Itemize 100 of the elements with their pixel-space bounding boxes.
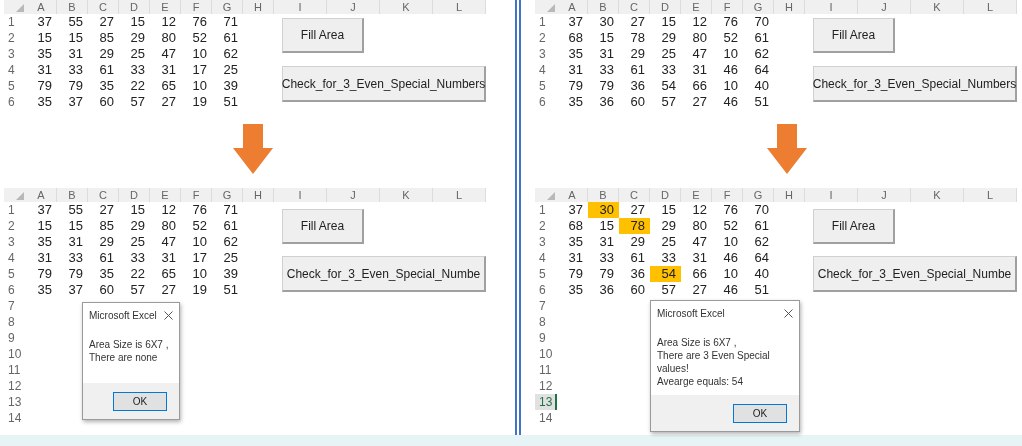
column-header[interactable]: J	[327, 188, 380, 202]
row-header[interactable]: 5	[535, 266, 557, 282]
row-header[interactable]: 6	[4, 282, 26, 298]
row-header[interactable]: 2	[4, 218, 26, 234]
column-header[interactable]: B	[588, 188, 619, 202]
column-header[interactable]: L	[964, 188, 1017, 202]
column-header[interactable]: A	[26, 0, 57, 14]
row-header[interactable]: 1	[535, 202, 557, 218]
row-header[interactable]: 9	[535, 330, 557, 346]
column-header[interactable]: I	[274, 0, 327, 14]
row-header[interactable]: 7	[535, 298, 557, 314]
column-header[interactable]: L	[433, 0, 486, 14]
row-header[interactable]: 2	[535, 30, 557, 46]
column-header[interactable]: J	[858, 0, 911, 14]
column-header[interactable]: F	[712, 188, 743, 202]
column-header[interactable]: G	[743, 188, 774, 202]
column-header[interactable]: L	[433, 188, 486, 202]
column-header[interactable]: H	[774, 188, 805, 202]
column-header[interactable]: K	[911, 188, 964, 202]
column-header[interactable]: L	[964, 0, 1017, 14]
macro-button[interactable]: Check_for_3_Even_Special_Numbers	[813, 66, 1017, 102]
column-header[interactable]: I	[805, 188, 858, 202]
column-header[interactable]: E	[681, 0, 712, 14]
close-icon[interactable]	[784, 309, 793, 318]
column-header[interactable]: J	[858, 188, 911, 202]
column-header[interactable]: G	[743, 0, 774, 14]
macro-button[interactable]: Check_for_3_Even_Special_Numbe	[813, 256, 1017, 292]
row-header[interactable]: 12	[535, 378, 557, 394]
column-header[interactable]: C	[88, 0, 119, 14]
row-header[interactable]: 10	[4, 346, 26, 362]
column-header[interactable]: G	[212, 0, 243, 14]
row-header[interactable]: 11	[4, 362, 26, 378]
row-header[interactable]: 7	[4, 298, 26, 314]
column-header[interactable]: F	[181, 188, 212, 202]
column-header[interactable]: D	[119, 0, 150, 14]
column-header[interactable]: E	[681, 188, 712, 202]
row-header[interactable]: 6	[4, 94, 26, 110]
row-header[interactable]: 2	[535, 218, 557, 234]
column-header[interactable]: C	[88, 188, 119, 202]
close-icon[interactable]	[164, 311, 173, 320]
row-header[interactable]: 1	[535, 14, 557, 30]
macro-button[interactable]: Fill Area	[813, 18, 895, 53]
macro-button[interactable]: Fill Area	[813, 209, 895, 244]
column-header[interactable]: K	[911, 0, 964, 14]
row-header[interactable]: 12	[4, 378, 26, 394]
column-header[interactable]: I	[805, 0, 858, 14]
column-header[interactable]: A	[557, 188, 588, 202]
ok-button[interactable]: OK	[113, 391, 167, 411]
row-header[interactable]: 4	[535, 250, 557, 266]
row-header[interactable]: 4	[535, 62, 557, 78]
macro-button[interactable]: Fill Area	[282, 18, 364, 53]
column-header[interactable]: F	[181, 0, 212, 14]
column-header[interactable]: K	[380, 188, 433, 202]
macro-button[interactable]: Check_for_3_Even_Special_Numbers	[282, 66, 486, 102]
column-header[interactable]: B	[57, 0, 88, 14]
row-header[interactable]: 5	[4, 266, 26, 282]
column-header[interactable]: F	[712, 0, 743, 14]
column-header[interactable]: J	[327, 0, 380, 14]
row-header[interactable]: 5	[4, 78, 26, 94]
row-header[interactable]: 8	[535, 314, 557, 330]
column-header[interactable]: D	[119, 188, 150, 202]
column-header[interactable]: A	[557, 0, 588, 14]
row-header[interactable]: 14	[535, 410, 557, 426]
row-header[interactable]: 1	[4, 14, 26, 30]
macro-button[interactable]: Fill Area	[282, 209, 364, 244]
row-header[interactable]: 14	[4, 410, 26, 426]
column-header[interactable]: A	[26, 188, 57, 202]
row-header[interactable]: 11	[535, 362, 557, 378]
column-header[interactable]: C	[619, 0, 650, 14]
column-header[interactable]: E	[150, 188, 181, 202]
row-header[interactable]: 5	[535, 78, 557, 94]
column-header[interactable]: H	[243, 188, 274, 202]
row-header[interactable]: 8	[4, 314, 26, 330]
row-header[interactable]: 3	[4, 46, 26, 62]
column-header[interactable]: C	[619, 188, 650, 202]
column-header[interactable]: D	[650, 188, 681, 202]
column-header[interactable]: I	[274, 188, 327, 202]
column-header[interactable]: K	[380, 0, 433, 14]
column-header[interactable]: B	[588, 0, 619, 14]
column-header[interactable]: E	[150, 0, 181, 14]
row-header[interactable]: 13	[4, 394, 26, 410]
macro-button[interactable]: Check_for_3_Even_Special_Numbe	[282, 256, 486, 292]
row-header[interactable]: 6	[535, 94, 557, 110]
row-header[interactable]: 6	[535, 282, 557, 298]
row-header[interactable]: 10	[535, 346, 557, 362]
row-header[interactable]: 3	[535, 46, 557, 62]
row-header[interactable]: 13	[535, 394, 557, 410]
row-header[interactable]: 9	[4, 330, 26, 346]
row-header[interactable]: 3	[535, 234, 557, 250]
column-header[interactable]: H	[243, 0, 274, 14]
row-header[interactable]: 1	[4, 202, 26, 218]
row-header[interactable]: 3	[4, 234, 26, 250]
ok-button[interactable]: OK	[733, 403, 787, 423]
row-header[interactable]: 2	[4, 30, 26, 46]
column-header[interactable]: D	[650, 0, 681, 14]
column-header[interactable]: H	[774, 0, 805, 14]
row-header[interactable]: 4	[4, 62, 26, 78]
row-header[interactable]: 4	[4, 250, 26, 266]
column-header[interactable]: G	[212, 188, 243, 202]
column-header[interactable]: B	[57, 188, 88, 202]
